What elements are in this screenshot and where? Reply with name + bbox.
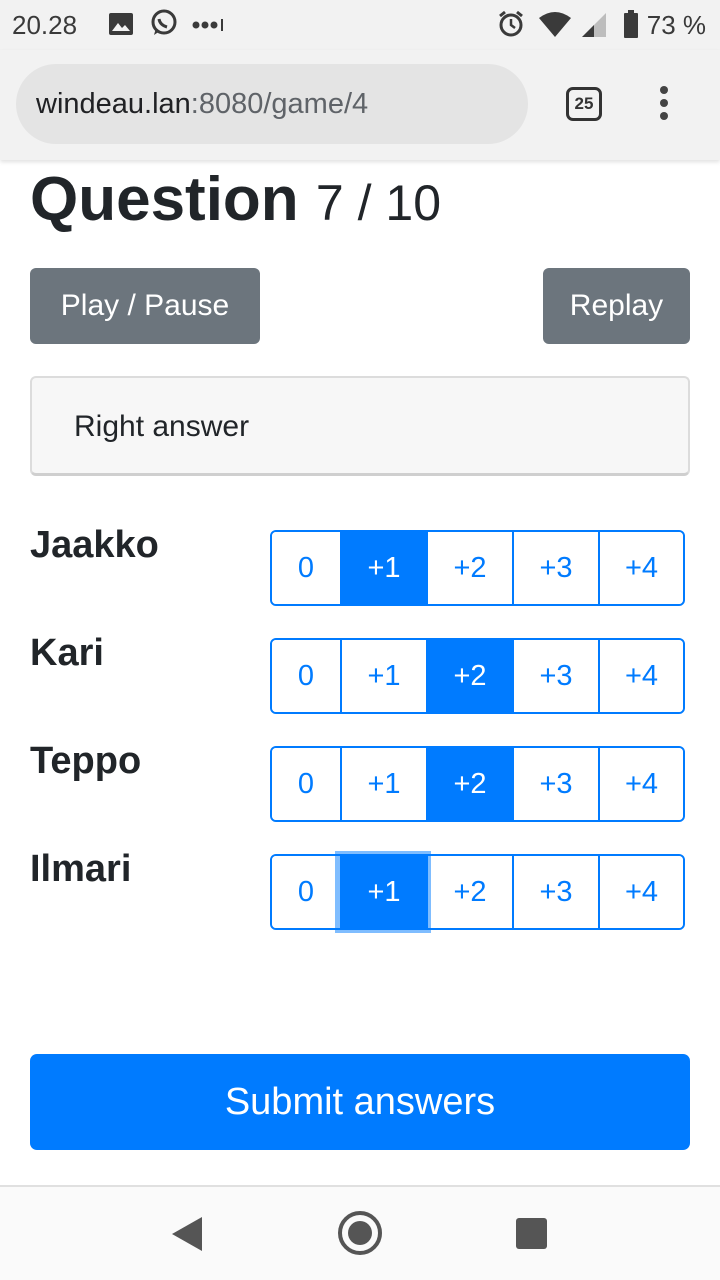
menu-dots-icon[interactable] [656, 86, 672, 126]
battery-percent: 73 % [646, 10, 706, 40]
play-pause-button[interactable]: Play / Pause [30, 268, 260, 344]
tab-count: 25 [574, 94, 594, 113]
player-name: Teppo [30, 740, 142, 782]
url-host: windeau.lan [36, 88, 191, 120]
player-row-ilmari: Ilmari 0 +1 +2 +3 +4 [0, 848, 720, 930]
player-row-teppo: Teppo 0 +1 +2 +3 +4 [0, 740, 720, 822]
replay-button[interactable]: Replay [543, 268, 690, 344]
score-option-plus3[interactable]: +3 [512, 856, 598, 928]
image-icon [108, 12, 134, 41]
answer-panel: Right answer [30, 376, 690, 476]
score-option-plus1[interactable]: +1 [340, 640, 426, 712]
game-content: Question 7 / 10 Play / Pause Replay Righ… [0, 160, 720, 1185]
score-option-plus4[interactable]: +4 [598, 640, 683, 712]
score-option-0[interactable]: 0 [272, 748, 340, 820]
tab-switcher-icon[interactable]: 25 [566, 87, 602, 121]
score-selector: 0 +1 +2 +3 +4 [270, 854, 685, 930]
player-name: Ilmari [30, 848, 132, 890]
alarm-icon [497, 10, 525, 43]
score-option-plus4[interactable]: +4 [598, 748, 683, 820]
submit-answers-button[interactable]: Submit answers [30, 1054, 690, 1150]
question-counter: 7 / 10 [315, 175, 442, 231]
status-bar: 20.28 73 % [0, 0, 720, 50]
player-row-jaakko: Jaakko 0 +1 +2 +3 +4 [0, 524, 720, 606]
score-option-0[interactable]: 0 [272, 532, 340, 604]
player-name: Kari [30, 632, 104, 674]
score-option-plus2[interactable]: +2 [426, 748, 512, 820]
score-option-plus4[interactable]: +4 [598, 856, 683, 928]
score-option-plus1[interactable]: +1 [340, 856, 426, 928]
score-selector: 0 +1 +2 +3 +4 [270, 638, 685, 714]
battery-icon [623, 10, 639, 43]
answer-text: Right answer [74, 410, 250, 443]
status-time: 20.28 [12, 10, 78, 40]
question-label: Question [30, 165, 299, 234]
score-option-plus3[interactable]: +3 [512, 532, 598, 604]
score-option-plus2[interactable]: +2 [426, 856, 512, 928]
home-icon[interactable] [338, 1211, 382, 1255]
signal-icon [580, 12, 608, 43]
wifi-icon [538, 12, 572, 43]
score-option-plus2[interactable]: +2 [426, 532, 512, 604]
more-notifications-icon [192, 18, 226, 37]
system-nav-bar [0, 1185, 720, 1280]
score-option-plus3[interactable]: +3 [512, 640, 598, 712]
score-option-0[interactable]: 0 [272, 856, 340, 928]
back-icon[interactable] [172, 1217, 202, 1251]
url-path: :8080/game/4 [190, 88, 369, 120]
score-option-plus3[interactable]: +3 [512, 748, 598, 820]
page-title: Question 7 / 10 [30, 164, 441, 235]
score-option-plus1[interactable]: +1 [340, 748, 426, 820]
recents-icon[interactable] [516, 1218, 547, 1249]
browser-toolbar: windeau.lan:8080/game/4 25 [0, 50, 720, 160]
player-name: Jaakko [30, 524, 159, 566]
score-option-plus2[interactable]: +2 [426, 640, 512, 712]
score-option-plus4[interactable]: +4 [598, 532, 683, 604]
score-option-plus1[interactable]: +1 [340, 532, 426, 604]
score-selector: 0 +1 +2 +3 +4 [270, 530, 685, 606]
score-option-0[interactable]: 0 [272, 640, 340, 712]
url-text[interactable]: windeau.lan:8080/game/4 [36, 88, 368, 121]
address-bar[interactable]: windeau.lan:8080/game/4 [16, 64, 528, 144]
player-row-kari: Kari 0 +1 +2 +3 +4 [0, 632, 720, 714]
score-selector: 0 +1 +2 +3 +4 [270, 746, 685, 822]
whatsapp-icon [149, 8, 179, 43]
